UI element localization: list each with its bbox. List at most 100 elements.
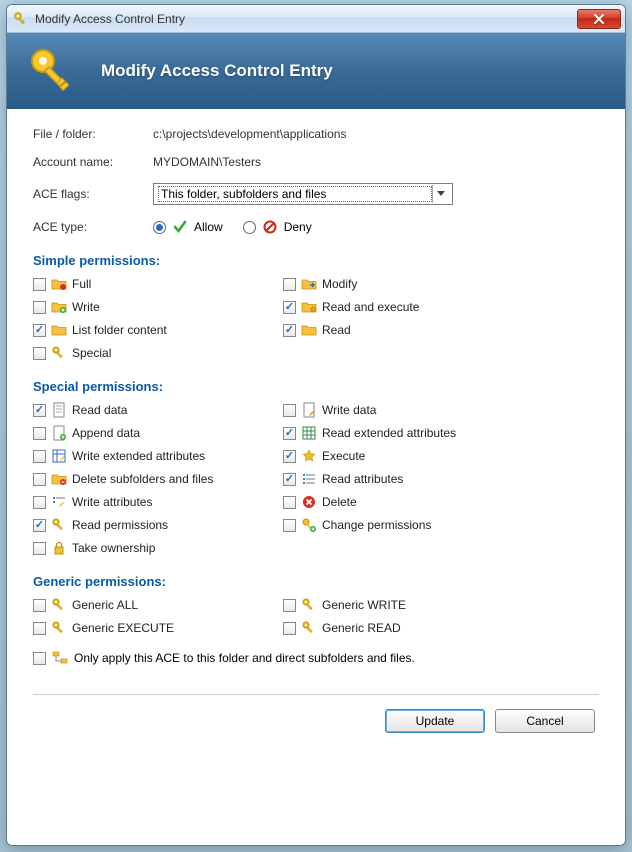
special-perm-checkbox[interactable] xyxy=(33,427,46,440)
allow-label: Allow xyxy=(194,220,223,234)
generic-permissions-title: Generic permissions: xyxy=(33,574,599,589)
generic-perm-checkbox[interactable] xyxy=(283,599,296,612)
folder-icon xyxy=(301,322,317,338)
only-apply-checkbox[interactable] xyxy=(33,652,46,665)
special-perm-checkbox[interactable] xyxy=(33,519,46,532)
ace-flags-label: ACE flags: xyxy=(33,187,153,201)
generic-perm-label: Generic WRITE xyxy=(322,598,406,612)
simple-perm-label: Special xyxy=(72,346,111,360)
simple-permissions-title: Simple permissions: xyxy=(33,253,599,268)
ace-flags-value: This folder, subfolders and files xyxy=(158,186,432,202)
simple-perm-item: Modify xyxy=(283,276,529,292)
simple-perm-item: Write xyxy=(33,299,279,315)
allow-radio[interactable] xyxy=(153,221,166,234)
special-perm-checkbox[interactable] xyxy=(33,473,46,486)
folder-move-icon xyxy=(301,276,317,292)
special-perm-checkbox[interactable] xyxy=(283,496,296,509)
simple-perm-label: Read xyxy=(322,323,351,337)
special-perm-checkbox[interactable] xyxy=(283,404,296,417)
list-edit-icon xyxy=(51,494,67,510)
special-perm-label: Read data xyxy=(72,403,127,417)
titlebar: Modify Access Control Entry xyxy=(7,5,625,33)
special-perm-checkbox[interactable] xyxy=(283,450,296,463)
simple-perm-checkbox[interactable] xyxy=(33,347,46,360)
only-apply-label: Only apply this ACE to this folder and d… xyxy=(74,651,415,665)
special-perm-item: Read attributes xyxy=(283,471,529,487)
simple-perm-checkbox[interactable] xyxy=(283,324,296,337)
simple-perm-label: Modify xyxy=(322,277,357,291)
generic-perm-item: Generic ALL xyxy=(33,597,279,613)
special-perm-checkbox[interactable] xyxy=(283,427,296,440)
special-perm-label: Read extended attributes xyxy=(322,426,456,440)
ace-type-label: ACE type: xyxy=(33,220,153,234)
special-perm-item: Change permissions xyxy=(283,517,529,533)
simple-perm-label: Write xyxy=(72,300,100,314)
generic-perm-item: Generic EXECUTE xyxy=(33,620,279,636)
key-icon xyxy=(51,597,67,613)
page-plus-icon xyxy=(51,425,67,441)
special-perm-item: Delete xyxy=(283,494,529,510)
file-folder-value: c:\projects\development\applications xyxy=(153,127,346,141)
simple-perm-item: List folder content xyxy=(33,322,279,338)
special-perm-item: Execute xyxy=(283,448,529,464)
special-perm-label: Read attributes xyxy=(322,472,403,486)
delete-icon xyxy=(301,494,317,510)
special-perm-checkbox[interactable] xyxy=(283,473,296,486)
star-icon xyxy=(301,448,317,464)
special-perm-item: Append data xyxy=(33,425,279,441)
key-icon xyxy=(301,620,317,636)
generic-perm-label: Generic EXECUTE xyxy=(72,621,174,635)
account-name-value: MYDOMAIN\Testers xyxy=(153,155,261,169)
special-perm-checkbox[interactable] xyxy=(33,496,46,509)
lock-icon xyxy=(51,540,67,556)
special-perm-label: Change permissions xyxy=(322,518,431,532)
key-icon xyxy=(25,43,81,99)
folder-red-icon xyxy=(51,276,67,292)
file-folder-label: File / folder: xyxy=(33,127,153,141)
special-perm-item: Take ownership xyxy=(33,540,279,556)
special-perm-checkbox[interactable] xyxy=(33,450,46,463)
deny-label: Deny xyxy=(284,220,312,234)
simple-perm-item: Full xyxy=(33,276,279,292)
simple-perm-checkbox[interactable] xyxy=(283,301,296,314)
special-permissions-grid: Read dataWrite dataAppend dataRead exten… xyxy=(33,402,599,556)
special-perm-label: Take ownership xyxy=(72,541,155,555)
simple-perm-checkbox[interactable] xyxy=(283,278,296,291)
folder-icon xyxy=(51,322,67,338)
special-perm-label: Append data xyxy=(72,426,140,440)
special-perm-item: Read permissions xyxy=(33,517,279,533)
deny-radio[interactable] xyxy=(243,221,256,234)
key-icon xyxy=(51,345,67,361)
list-icon xyxy=(301,471,317,487)
update-button[interactable]: Update xyxy=(385,709,485,733)
simple-perm-checkbox[interactable] xyxy=(33,278,46,291)
special-perm-item: Write extended attributes xyxy=(33,448,279,464)
special-permissions-title: Special permissions: xyxy=(33,379,599,394)
generic-perm-item: Generic WRITE xyxy=(283,597,529,613)
dialog-window: Modify Access Control Entry Modify Acces… xyxy=(6,4,626,846)
special-perm-item: Delete subfolders and files xyxy=(33,471,279,487)
special-perm-checkbox[interactable] xyxy=(283,519,296,532)
generic-perm-checkbox[interactable] xyxy=(33,622,46,635)
generic-perm-checkbox[interactable] xyxy=(33,599,46,612)
special-perm-checkbox[interactable] xyxy=(33,404,46,417)
key-icon xyxy=(51,620,67,636)
chevron-down-icon xyxy=(432,185,448,203)
folder-tree-icon xyxy=(52,650,68,666)
key-icon xyxy=(13,11,29,27)
generic-perm-checkbox[interactable] xyxy=(283,622,296,635)
special-perm-checkbox[interactable] xyxy=(33,542,46,555)
simple-perm-checkbox[interactable] xyxy=(33,324,46,337)
folder-del-icon xyxy=(51,471,67,487)
special-perm-item: Read data xyxy=(33,402,279,418)
close-button[interactable] xyxy=(577,9,621,29)
page-icon xyxy=(51,402,67,418)
simple-perm-label: Read and execute xyxy=(322,300,419,314)
special-perm-label: Read permissions xyxy=(72,518,168,532)
simple-perm-checkbox[interactable] xyxy=(33,301,46,314)
cancel-button[interactable]: Cancel xyxy=(495,709,595,733)
ace-flags-select[interactable]: This folder, subfolders and files xyxy=(153,183,453,205)
divider xyxy=(33,694,599,695)
special-perm-label: Write extended attributes xyxy=(72,449,205,463)
table-edit-icon xyxy=(51,448,67,464)
